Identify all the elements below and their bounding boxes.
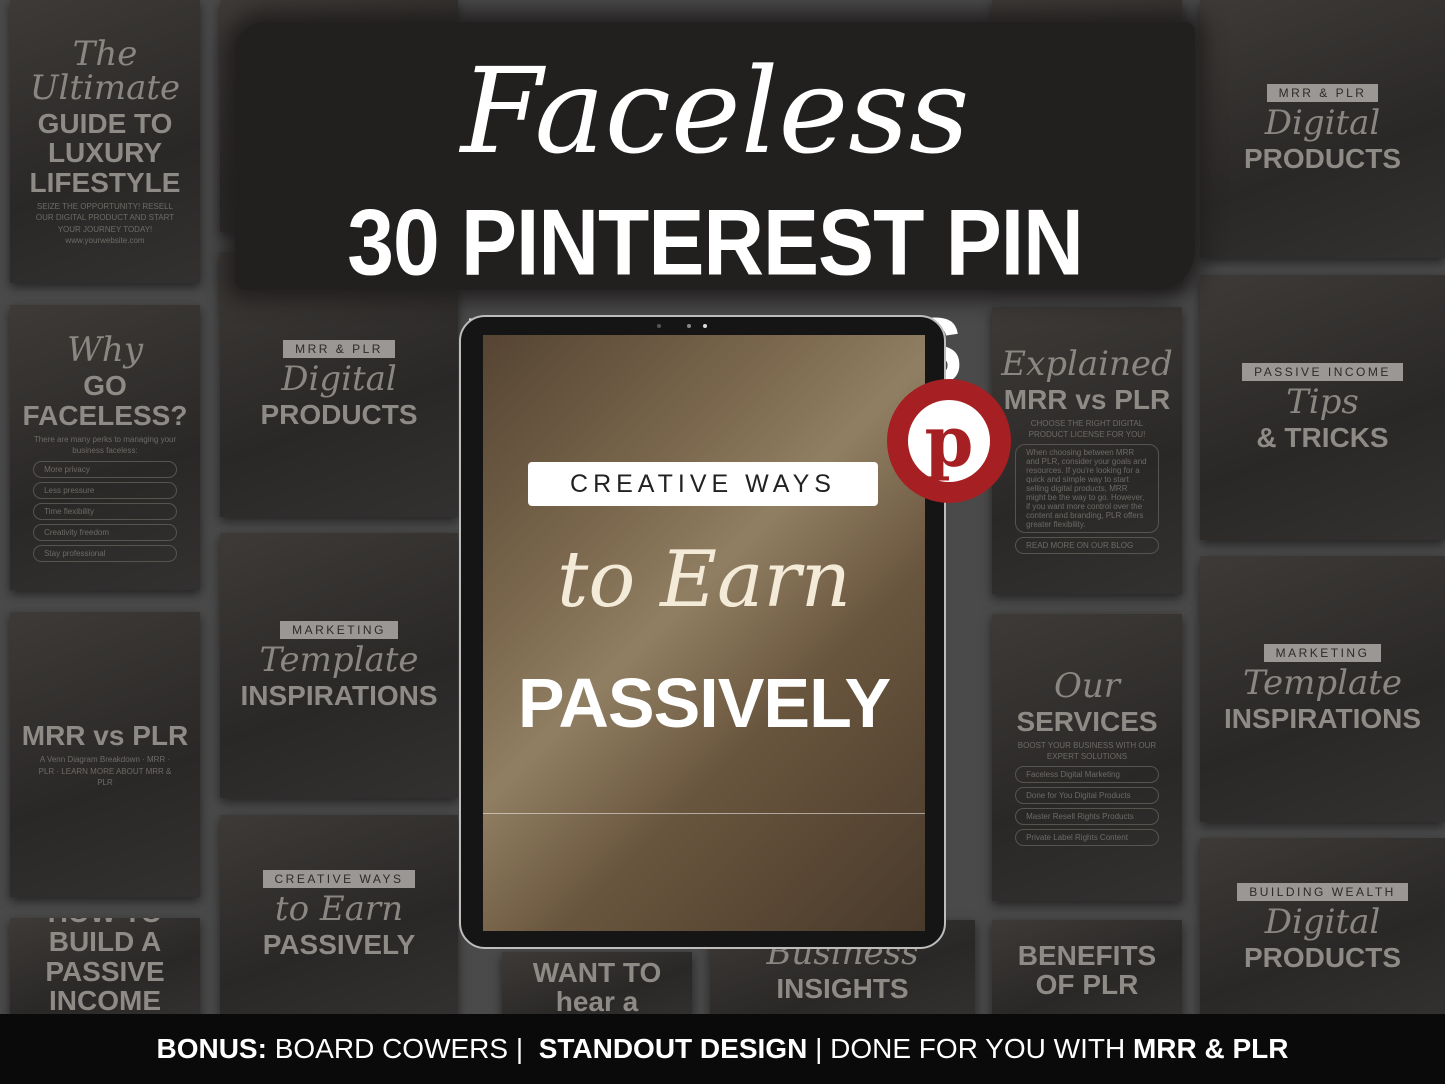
template-pin: MARKETING Template INSPIRATIONS [1200, 556, 1445, 822]
pin-script: The Ultimate [29, 34, 181, 109]
pin-title: PASSIVELY [262, 929, 416, 961]
pin-list-item: Master Resell Rights Products [1015, 808, 1159, 826]
pin-script: Tips [1286, 381, 1359, 422]
camera-dot [703, 324, 707, 328]
title-banner: Faceless 30 PINTEREST PIN TEMPLATES [235, 22, 1195, 403]
bottom-bar: BONUS: BOARD COWERS | STANDOUT DESIGN | … [0, 1014, 1445, 1084]
pin-title: HOW TO BUILD A PASSIVE INCOME STREAM FRO… [45, 918, 165, 1018]
pin-body: SEIZE THE OPPORTUNITY! RESELL OUR DIGITA… [35, 202, 175, 245]
bonus-label: BONUS: [156, 1033, 267, 1064]
pin-title: SERVICES [1016, 705, 1158, 737]
template-pin: Why GO FACELESS? There are many perks to m… [10, 305, 200, 590]
banner-script-title: Faceless [460, 42, 970, 180]
pin-list-item: Time flexibility [33, 502, 177, 520]
tablet-mockup: CREATIVE WAYS to Earn PASSIVELY [459, 315, 946, 949]
pin-list-item: Creativity freedom [33, 523, 177, 541]
pin-script: Template [1242, 663, 1403, 704]
pin-list-item: READ MORE ON OUR BLOG [1015, 537, 1159, 555]
pinterest-logo-icon: p [887, 379, 1011, 503]
camera-dot [657, 324, 661, 328]
mrr-plr-text: MRR & PLR [1132, 1033, 1289, 1064]
pin-body: BOOST YOUR BUSINESS WITH OUR EXPERT SOLU… [1017, 741, 1157, 762]
template-pin: MARKETING Template INSPIRATIONS [220, 533, 458, 798]
pin-list-item: Private Label Rights Content [1015, 829, 1159, 847]
pin-script: to Earn [274, 889, 404, 930]
camera-dot [687, 324, 691, 328]
photo-overlay [483, 335, 925, 931]
template-pin: Our SERVICES BOOST YOUR BUSINESS WITH OUR … [992, 614, 1182, 901]
template-pin: CREATIVE WAYS to Earn PASSIVELY [220, 815, 458, 1015]
pin-title: WANT TO hear a [532, 956, 662, 1017]
dfy-text: | DONE FOR YOU WITH [807, 1033, 1133, 1064]
template-pin: MRR & PLR Digital PRODUCTS [1200, 0, 1445, 258]
template-pin: BENEFITS OF PLR [992, 920, 1182, 1020]
template-pin: MRR vs PLR A Venn Diagram Breakdown · MRR… [10, 612, 200, 897]
pin-title: GO FACELESS? [22, 370, 188, 431]
pin-title: INSPIRATIONS [240, 679, 438, 711]
featured-pin: CREATIVE WAYS to Earn PASSIVELY [483, 335, 925, 931]
pin-title: PRODUCTS [1243, 143, 1402, 175]
pin-label: CREATIVE WAYS [262, 870, 416, 889]
pin-script: Digital [1264, 103, 1381, 144]
pin-script: Why [66, 330, 144, 371]
pin-body: There are many perks to managing your bu… [33, 435, 177, 456]
featured-label: CREATIVE WAYS [528, 462, 878, 506]
template-pin: STEP BY STEP GUIDEHOW TO BUILD A PASSIVE… [10, 918, 200, 1018]
template-pin: PASSIVE INCOME Tips & TRICKS [1200, 275, 1445, 540]
pin-title: PRODUCTS [1243, 942, 1402, 974]
divider [483, 813, 925, 814]
featured-title: PASSIVELY [517, 664, 891, 742]
pin-title: MRR vs PLR [21, 720, 189, 752]
pin-body: A Venn Diagram Breakdown · MRR · PLR · L… [38, 755, 172, 787]
featured-script: to Earn [556, 535, 852, 625]
pin-title: GUIDE TO LUXURY LIFESTYLE [29, 108, 181, 198]
pin-script: Template [259, 639, 419, 680]
pin-body: CHOOSE THE RIGHT DIGITAL PRODUCT LICENSE… [1028, 419, 1146, 440]
template-pin: BUILDING WEALTH Digital PRODUCTS [1200, 838, 1445, 1018]
pin-list-item: Stay professional [33, 544, 177, 562]
pin-list-item: When choosing between MRR and PLR, consi… [1015, 444, 1159, 534]
bonus-text: BOARD COWERS | [266, 1033, 539, 1064]
pin-list-item: More privacy [33, 460, 177, 478]
pin-script: Digital [1264, 902, 1381, 943]
pin-title: & TRICKS [1256, 421, 1389, 453]
pin-label: BUILDING WEALTH [1237, 883, 1408, 902]
pin-title: INSPIRATIONS [1223, 703, 1422, 735]
pin-label: MARKETING [280, 620, 398, 639]
pin-list-item: Faceless Digital Marketing [1015, 766, 1159, 784]
pin-label: MARKETING [1263, 644, 1382, 663]
pin-label: PASSIVE INCOME [1242, 362, 1403, 381]
pin-list-item: Less pressure [33, 481, 177, 499]
pin-script: Our [1053, 665, 1121, 706]
template-pin: The Ultimate GUIDE TO LUXURY LIFESTYLE SEI… [10, 0, 200, 283]
template-pin: WANT TO hear a [502, 952, 692, 1022]
pin-title: BENEFITS OF PLR [1017, 939, 1157, 1000]
standout-text: STANDOUT DESIGN [538, 1033, 808, 1064]
pin-list-item: Done for You Digital Products [1015, 787, 1159, 805]
pin-title: INSIGHTS [776, 973, 909, 1005]
pin-label: MRR & PLR [1266, 84, 1379, 103]
